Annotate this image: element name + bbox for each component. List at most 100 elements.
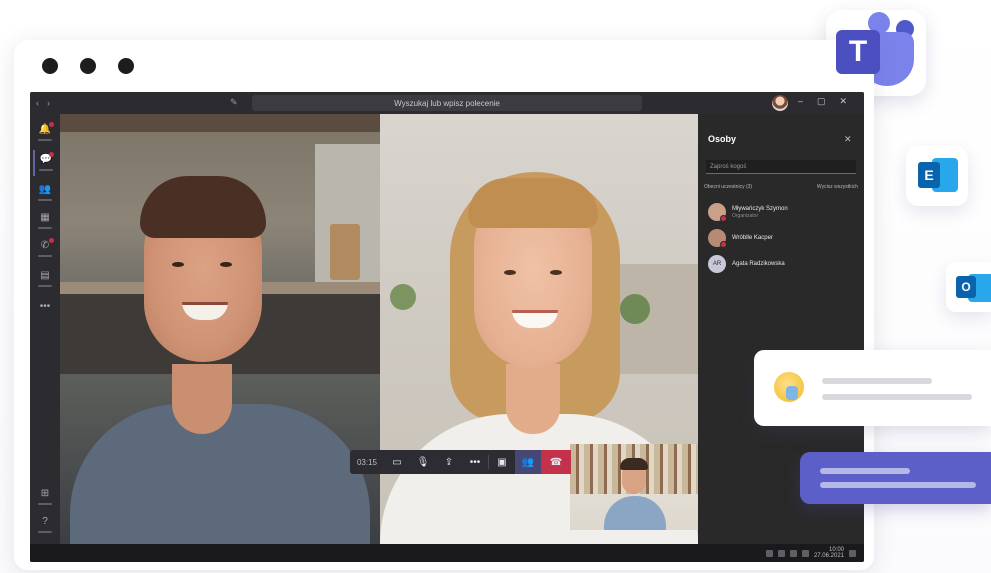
status-indicator bbox=[720, 215, 727, 222]
rail-item-more[interactable]: ••• bbox=[33, 294, 57, 320]
avatar bbox=[708, 229, 727, 248]
participant-hair bbox=[140, 176, 266, 238]
camera-toggle-icon[interactable]: ▭ bbox=[384, 450, 410, 474]
rail-item-activity[interactable]: 🔔 bbox=[33, 120, 57, 146]
title-bar: ‹ › ✎ Wyszukaj lub wpisz polecenie – ▢ ✕ bbox=[30, 92, 864, 114]
rail-label-bar bbox=[38, 503, 52, 505]
invite-search-input[interactable]: Zaproś kogoś bbox=[706, 160, 856, 174]
history-nav: ‹ › bbox=[36, 98, 64, 108]
teams-logo-letter: T bbox=[836, 30, 880, 74]
rail-item-calls[interactable]: ✆ bbox=[33, 236, 57, 262]
panel-title: Osoby bbox=[708, 134, 737, 144]
participant-name: Agata Radzikowska bbox=[732, 261, 785, 267]
exchange-logo-letter: E bbox=[918, 162, 940, 188]
self-view-pip[interactable] bbox=[570, 444, 698, 530]
stage: T E O ‹ › ✎ Wyszukaj lub wpisz polecenie bbox=[0, 0, 991, 573]
calendar-icon: ▦ bbox=[40, 212, 50, 223]
tray-icon[interactable] bbox=[789, 549, 797, 557]
participant-role: Organizator bbox=[732, 212, 759, 219]
participant-neck bbox=[506, 364, 560, 434]
compose-icon[interactable]: ✎ bbox=[230, 97, 242, 109]
tray-icon[interactable] bbox=[765, 549, 773, 557]
pip-person-body bbox=[604, 496, 666, 530]
notification-badge bbox=[49, 238, 54, 243]
exchange-app-icon[interactable]: E bbox=[906, 146, 968, 206]
participant-list-item[interactable]: Mływańczyk Szymon Organizator bbox=[708, 202, 858, 222]
mute-all-link[interactable]: Wycisz wszystkich bbox=[817, 184, 858, 190]
maximize-icon[interactable]: ▢ bbox=[817, 96, 826, 107]
dot-icon bbox=[118, 58, 134, 74]
dot-icon bbox=[80, 58, 96, 74]
system-taskbar: 10:00 27.06.2021 bbox=[30, 544, 864, 562]
call-controls: 03:15 ▭ 🎙 ⇪ ••• ▣ 👥 ☎ bbox=[350, 450, 571, 474]
kitchen-shelf bbox=[60, 114, 380, 132]
participant-name: Mływańczyk Szymon bbox=[732, 205, 788, 212]
rail-label-bar bbox=[38, 139, 52, 141]
participant-eye bbox=[220, 262, 232, 267]
rail-label-bar bbox=[38, 531, 52, 533]
back-arrow-icon[interactable]: ‹ bbox=[36, 98, 39, 108]
chat-toggle-icon[interactable]: ▣ bbox=[489, 450, 515, 474]
rail-label-bar bbox=[38, 255, 52, 257]
call-duration: 03:15 bbox=[356, 457, 378, 467]
apps-icon: ⊞ bbox=[40, 488, 50, 499]
rail-item-apps[interactable]: ⊞ bbox=[33, 484, 57, 510]
close-panel-icon[interactable]: ✕ bbox=[844, 134, 852, 145]
rail-item-help[interactable]: ? bbox=[33, 512, 57, 538]
minimize-icon[interactable]: – bbox=[798, 96, 803, 107]
background-plant bbox=[390, 284, 416, 310]
clock-date: 27.06.2021 bbox=[813, 553, 844, 559]
thinking-emoji-icon bbox=[774, 372, 804, 402]
notification-badge bbox=[49, 152, 54, 157]
more-actions-icon[interactable]: ••• bbox=[462, 450, 488, 474]
reply-message-card bbox=[800, 452, 991, 504]
share-screen-icon[interactable]: ⇪ bbox=[436, 450, 462, 474]
participant-name: Wróblle Kacper bbox=[732, 235, 773, 241]
mic-toggle-icon[interactable]: 🎙 bbox=[410, 450, 436, 474]
rail-label-bar bbox=[38, 227, 52, 229]
system-tray: 10:00 27.06.2021 bbox=[765, 547, 856, 559]
close-icon[interactable]: ✕ bbox=[840, 96, 848, 107]
rail-item-files[interactable]: ▤ bbox=[33, 266, 57, 292]
avatar: AR bbox=[708, 255, 726, 273]
status-indicator bbox=[720, 241, 727, 248]
tray-icon[interactable] bbox=[801, 549, 809, 557]
rail-label-bar bbox=[38, 285, 52, 287]
notifications-icon[interactable] bbox=[849, 549, 856, 557]
participant-eye bbox=[172, 262, 184, 267]
outlook-logo-letter: O bbox=[956, 276, 976, 298]
message-line bbox=[822, 394, 972, 400]
message-line bbox=[822, 378, 932, 384]
teams-icon: 👥 bbox=[38, 184, 52, 195]
outlook-app-icon[interactable]: O bbox=[946, 262, 991, 312]
rail-item-chat[interactable]: 💬 bbox=[33, 150, 57, 176]
section-label[interactable]: Obecni uczestnicy (3) bbox=[704, 184, 752, 190]
dot-icon bbox=[42, 58, 58, 74]
notification-badge bbox=[49, 122, 54, 127]
files-icon: ▤ bbox=[40, 270, 50, 281]
search-input[interactable]: Wyszukaj lub wpisz polecenie bbox=[252, 95, 642, 111]
pip-person-hair bbox=[620, 458, 648, 470]
background-plant bbox=[620, 294, 650, 324]
app-card: ‹ › ✎ Wyszukaj lub wpisz polecenie – ▢ ✕… bbox=[14, 40, 874, 570]
participant-list-item[interactable]: AR Agata Radzikowska bbox=[708, 254, 858, 274]
forward-arrow-icon[interactable]: › bbox=[47, 98, 50, 108]
avatar bbox=[708, 203, 727, 222]
more-icon: ••• bbox=[39, 301, 51, 312]
rail-item-calendar[interactable]: ▦ bbox=[33, 208, 57, 234]
message-line bbox=[820, 482, 976, 488]
participant-list-item[interactable]: Wróblle Kacper bbox=[708, 228, 858, 248]
user-avatar[interactable] bbox=[772, 95, 788, 111]
participants-toggle-icon[interactable]: 👥 bbox=[515, 450, 541, 474]
video-tile-participant-1[interactable] bbox=[60, 114, 380, 544]
system-clock[interactable]: 10:00 27.06.2021 bbox=[814, 547, 844, 559]
participant-neck bbox=[172, 364, 232, 434]
calls-icon: ✆ bbox=[40, 240, 50, 251]
participants-section-header: Obecni uczestnicy (3) Wycisz wszystkich bbox=[704, 184, 858, 190]
help-icon: ? bbox=[42, 516, 48, 527]
window-controls: – ▢ ✕ bbox=[798, 96, 847, 107]
hang-up-button[interactable]: ☎ bbox=[541, 450, 571, 474]
rail-item-teams[interactable]: 👥 bbox=[33, 180, 57, 206]
chat-message-card bbox=[754, 350, 991, 426]
tray-icon[interactable] bbox=[777, 549, 785, 557]
